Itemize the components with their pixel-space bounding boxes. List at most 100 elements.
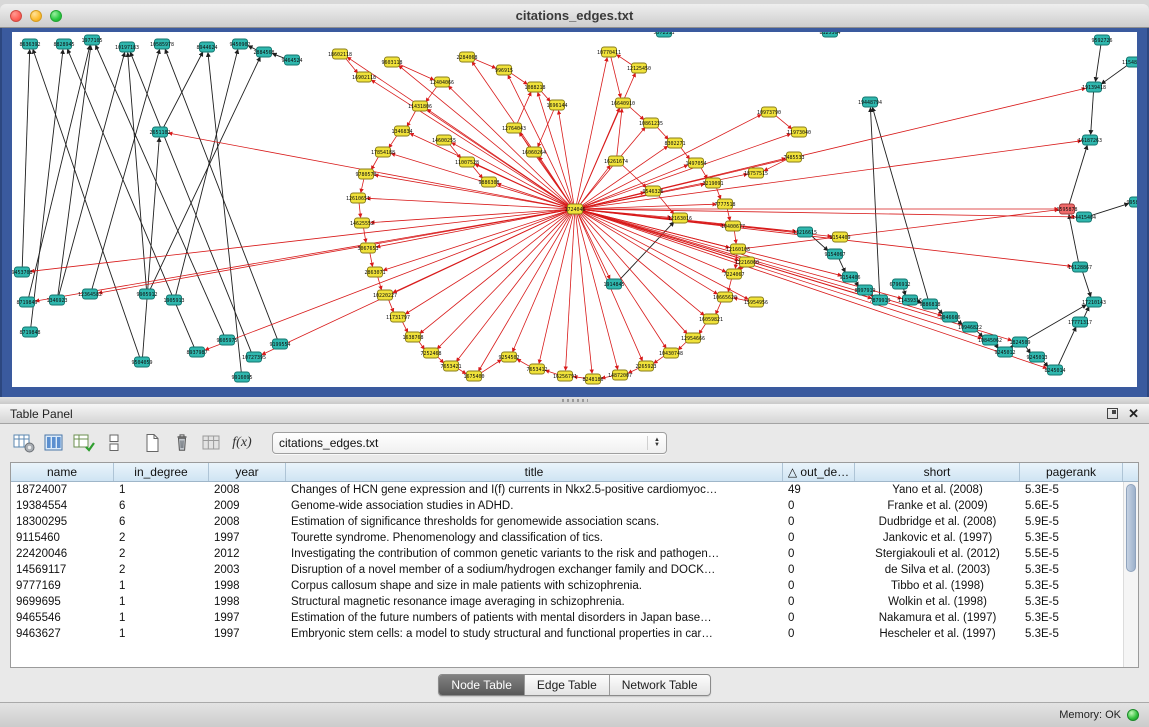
graph-node[interactable]: 9905912 <box>136 289 157 299</box>
graph-node[interactable]: 12125450 <box>627 63 651 73</box>
graph-node[interactable]: 19448794 <box>858 97 882 107</box>
graph-node[interactable]: 10220227 <box>373 290 397 300</box>
graph-node[interactable]: 5572311 <box>653 32 674 37</box>
graph-node[interactable]: 7777518 <box>714 199 735 209</box>
graph-node[interactable]: 9603118 <box>381 57 402 67</box>
graph-node[interactable]: 12404066 <box>430 77 454 87</box>
graph-node[interactable]: 14600255 <box>432 135 456 145</box>
graph-node[interactable]: 10585978 <box>150 39 174 49</box>
graph-node[interactable]: 16640910 <box>611 98 635 108</box>
graph-node[interactable]: 10400677 <box>721 221 745 231</box>
table-row[interactable]: 911546021997Tourette syndrome. Phenomeno… <box>11 530 1138 546</box>
graph-node[interactable]: 9154409 <box>829 232 850 242</box>
graph-node[interactable]: 10770411 <box>597 47 621 57</box>
graph-node[interactable]: 8125304 <box>819 32 840 37</box>
graph-node[interactable]: 8997919 <box>854 285 875 295</box>
graph-node[interactable]: 1497054 <box>685 158 706 168</box>
graph-node[interactable]: 7485533 <box>783 152 804 162</box>
graph-node[interactable]: 7879919 <box>869 295 890 305</box>
minimize-button[interactable] <box>30 10 42 22</box>
graph-node[interactable]: 7224067 <box>723 269 744 279</box>
graph-node[interactable]: 9154067 <box>824 249 845 259</box>
graph-node[interactable]: 17771317 <box>1068 317 1092 327</box>
graph-node[interactable]: 7653421 <box>440 361 461 371</box>
graph-node[interactable]: 16261674 <box>604 156 628 166</box>
table-edit-button[interactable] <box>70 430 98 456</box>
graph-node[interactable]: 6796912 <box>889 279 910 289</box>
tab-node-table[interactable]: Node Table <box>439 675 525 695</box>
graph-node[interactable]: 1595878 <box>1056 204 1077 214</box>
show-columns-button[interactable] <box>40 430 68 456</box>
function-builder-button[interactable]: f(x) <box>228 430 256 456</box>
table-source-dropdown[interactable]: citations_edges.txt ▲▼ <box>272 432 667 454</box>
graph-node[interactable]: 8245014 <box>1044 365 1065 375</box>
table-row[interactable]: 1830029562008Estimation of significance … <box>11 514 1138 530</box>
graph-node[interactable]: 16059821 <box>699 314 723 324</box>
graph-node[interactable]: 2284068 <box>456 52 477 62</box>
graph-node[interactable]: 1977105 <box>81 35 102 45</box>
delete-table-button[interactable] <box>168 430 196 456</box>
graph-node[interactable]: 11431806 <box>408 101 432 111</box>
graph-node[interactable]: 9780570 <box>355 169 376 179</box>
graph-node[interactable]: 9154406 <box>839 272 860 282</box>
graph-node[interactable]: 10973790 <box>757 107 781 117</box>
graph-node[interactable]: 1914845 <box>603 279 624 289</box>
graph-node[interactable]: 9245013 <box>1026 352 1047 362</box>
column-header[interactable]: title <box>286 463 783 481</box>
graph-node[interactable]: 2863071 <box>364 267 385 277</box>
graph-node[interactable]: 7653412 <box>526 364 547 374</box>
column-header[interactable]: △ out_de… <box>783 463 855 481</box>
float-panel-icon[interactable] <box>1107 408 1118 419</box>
graph-node[interactable]: 8248186 <box>582 374 603 384</box>
graph-node[interactable]: 15954956 <box>744 297 768 307</box>
graph-node[interactable]: 18602118 <box>328 49 352 59</box>
table-row[interactable]: 1456911722003Disruption of a novel membe… <box>11 562 1138 578</box>
graph-node[interactable]: 9245012 <box>994 347 1015 357</box>
graph-node[interactable]: 1724046 <box>564 204 585 214</box>
column-header[interactable]: short <box>855 463 1020 481</box>
tab-edge-table[interactable]: Edge Table <box>525 675 610 695</box>
graph-node[interactable]: 10197183 <box>115 42 139 52</box>
table-row[interactable]: 2242004622012Investigating the contribut… <box>11 546 1138 562</box>
table-row[interactable]: 946362711997Embryonic stem cells: a mode… <box>11 626 1138 642</box>
close-panel-icon[interactable]: ✕ <box>1128 407 1139 420</box>
graph-node[interactable]: 8937987 <box>186 347 207 357</box>
graph-node[interactable]: 1346834 <box>391 126 412 136</box>
graph-node[interactable]: 9592726 <box>1091 35 1112 45</box>
graph-node[interactable]: 9886308 <box>478 177 499 187</box>
column-header[interactable]: year <box>209 463 286 481</box>
graph-node[interactable]: 16060264 <box>522 147 546 157</box>
graph-node[interactable]: 18757515 <box>744 168 768 178</box>
graph-node[interactable]: 12160108 <box>726 244 750 254</box>
graph-node[interactable]: 12954666 <box>681 333 705 343</box>
graph-node[interactable]: 14625552 <box>350 218 374 228</box>
graph-node[interactable]: 17854188 <box>371 147 395 157</box>
graph-node[interactable]: 8828945 <box>53 39 74 49</box>
graph-node[interactable]: 3219091 <box>702 178 723 188</box>
graph-node[interactable]: 9254502 <box>498 352 519 362</box>
graph-node[interactable]: 3067653 <box>357 243 378 253</box>
graph-node[interactable]: 1905913 <box>163 295 184 305</box>
close-button[interactable] <box>10 10 22 22</box>
table-row[interactable]: 1872400712008Changes of HCN gene express… <box>11 482 1138 498</box>
graph-node[interactable]: 10727395 <box>242 352 266 362</box>
table-row[interactable]: 977716911998Corpus callosum shape and si… <box>11 578 1138 594</box>
graph-node[interactable]: 16187263 <box>1078 135 1102 145</box>
graph-node[interactable]: 8719848 <box>19 327 40 337</box>
graph-node[interactable]: 10430748 <box>659 348 683 358</box>
table-row[interactable]: 946554611997Estimation of the future num… <box>11 610 1138 626</box>
graph-node[interactable]: 14415404 <box>1072 212 1096 222</box>
column-header[interactable]: name <box>11 463 114 481</box>
window-titlebar[interactable]: citations_edges.txt <box>0 4 1149 28</box>
graph-node[interactable]: 16256791 <box>553 371 577 381</box>
table-row[interactable]: 1938455462009Genome-wide association stu… <box>11 498 1138 514</box>
import-table-button[interactable] <box>198 430 226 456</box>
table-row[interactable]: 969969511998Structural magnetic resonanc… <box>11 594 1138 610</box>
network-graph-canvas[interactable]: 1724046228406899691510882181696144124040… <box>12 32 1137 387</box>
zoom-button[interactable] <box>50 10 62 22</box>
graph-node[interactable]: 9605975 <box>216 335 237 345</box>
graph-node[interactable]: 1696144 <box>546 100 567 110</box>
graph-node[interactable]: 9450902 <box>229 39 250 49</box>
scrollbar-thumb[interactable] <box>1126 484 1136 572</box>
graph-node[interactable]: 11007528 <box>455 157 479 167</box>
